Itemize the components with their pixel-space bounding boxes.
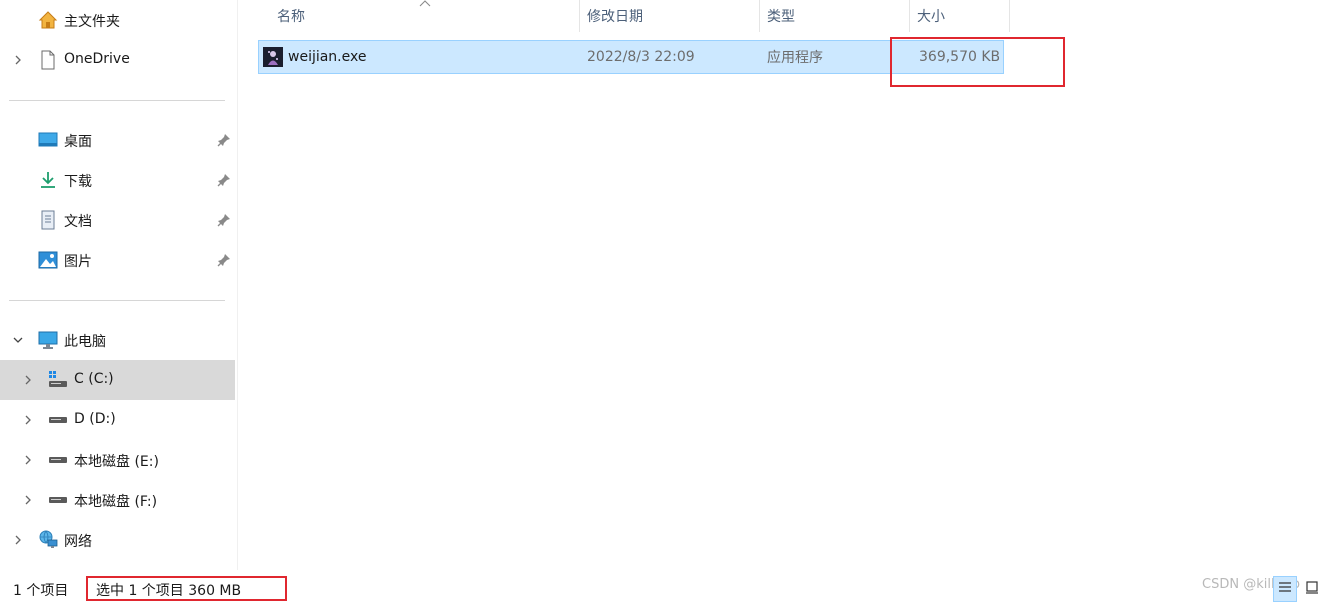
drive-icon xyxy=(48,410,68,430)
drive-icon xyxy=(48,490,68,510)
pin-icon[interactable] xyxy=(217,253,231,267)
pane-separator[interactable] xyxy=(237,0,238,570)
pin-icon[interactable] xyxy=(217,133,231,147)
chevron-right-icon[interactable] xyxy=(21,413,35,427)
sidebar-item-onedrive[interactable]: OneDrive xyxy=(0,40,235,80)
navigation-pane: 主文件夹 OneDrive 桌面 下载 文档 图片 此电脑 C (C:) D (… xyxy=(0,0,237,570)
sidebar-item-drive-d[interactable]: D (D:) xyxy=(0,400,235,440)
drive-icon xyxy=(48,450,68,470)
column-divider[interactable] xyxy=(759,0,760,32)
sidebar-divider xyxy=(9,300,225,301)
sidebar-item-label: D (D:) xyxy=(74,411,116,427)
column-header-label: 名称 xyxy=(277,9,305,25)
status-selection: 选中 1 个项目 360 MB xyxy=(96,583,242,599)
highlight-box-size xyxy=(890,37,1065,87)
file-modified: 2022/8/3 22:09 xyxy=(587,49,695,65)
status-item-count: 1 个项目 xyxy=(13,583,69,599)
sidebar-item-home[interactable]: 主文件夹 xyxy=(0,0,235,40)
column-header-label: 大小 xyxy=(917,9,945,25)
sidebar-item-label: C (C:) xyxy=(74,371,114,387)
sidebar-item-label: 下载 xyxy=(64,174,92,190)
sidebar-divider xyxy=(9,100,225,101)
pin-icon[interactable] xyxy=(217,213,231,227)
sidebar-item-drive-e[interactable]: 本地磁盘 (E:) xyxy=(0,440,235,480)
sidebar-item-documents[interactable]: 文档 xyxy=(0,200,235,240)
onedrive-file-icon xyxy=(38,50,58,70)
sidebar-item-drive-f[interactable]: 本地磁盘 (F:) xyxy=(0,480,235,520)
download-icon xyxy=(38,170,58,190)
large-icons-view-icon xyxy=(1304,579,1320,599)
column-divider[interactable] xyxy=(1009,0,1010,32)
details-view-icon xyxy=(1277,579,1293,599)
chevron-right-icon[interactable] xyxy=(21,373,35,387)
windows-drive-icon xyxy=(48,370,68,390)
file-type: 应用程序 xyxy=(767,50,823,66)
column-header-label: 修改日期 xyxy=(587,9,643,25)
sidebar-item-network[interactable]: 网络 xyxy=(0,520,235,560)
document-icon xyxy=(38,210,58,230)
chevron-right-icon[interactable] xyxy=(21,453,35,467)
column-header-size[interactable]: 大小 xyxy=(917,0,1007,32)
sidebar-item-label: 本地磁盘 (E:) xyxy=(74,454,159,470)
details-view-button[interactable] xyxy=(1273,576,1297,602)
sidebar-item-pictures[interactable]: 图片 xyxy=(0,240,235,280)
computer-icon xyxy=(38,330,58,350)
sidebar-item-label: 文档 xyxy=(64,214,92,230)
sidebar-item-downloads[interactable]: 下载 xyxy=(0,160,235,200)
column-header-name[interactable]: 名称 xyxy=(277,0,577,32)
chevron-right-icon[interactable] xyxy=(11,533,25,547)
column-divider[interactable] xyxy=(579,0,580,32)
chevron-down-icon[interactable] xyxy=(11,333,25,347)
pictures-icon xyxy=(38,250,58,270)
sidebar-item-label: 网络 xyxy=(64,534,92,550)
network-icon xyxy=(38,529,58,549)
column-header-label: 类型 xyxy=(767,9,795,25)
sidebar-item-this-pc[interactable]: 此电脑 xyxy=(0,320,235,360)
sidebar-item-drive-c[interactable]: C (C:) xyxy=(0,360,235,400)
sidebar-item-label: OneDrive xyxy=(64,51,130,67)
column-divider[interactable] xyxy=(909,0,910,32)
large-icons-view-button[interactable] xyxy=(1300,576,1324,602)
column-header-modified[interactable]: 修改日期 xyxy=(587,0,757,32)
sidebar-item-label: 主文件夹 xyxy=(64,14,120,30)
sidebar-item-label: 此电脑 xyxy=(64,334,106,350)
pin-icon[interactable] xyxy=(217,173,231,187)
exe-file-icon xyxy=(263,41,283,73)
sidebar-item-label: 本地磁盘 (F:) xyxy=(74,494,158,510)
column-header-type[interactable]: 类型 xyxy=(767,0,907,32)
chevron-right-icon[interactable] xyxy=(21,493,35,507)
file-name: weijian.exe xyxy=(288,49,367,65)
sidebar-item-desktop[interactable]: 桌面 xyxy=(0,120,235,160)
sidebar-item-label: 桌面 xyxy=(64,134,92,150)
desktop-icon xyxy=(38,130,58,150)
home-icon xyxy=(38,10,58,30)
sidebar-item-label: 图片 xyxy=(64,254,92,270)
chevron-right-icon[interactable] xyxy=(11,53,25,67)
